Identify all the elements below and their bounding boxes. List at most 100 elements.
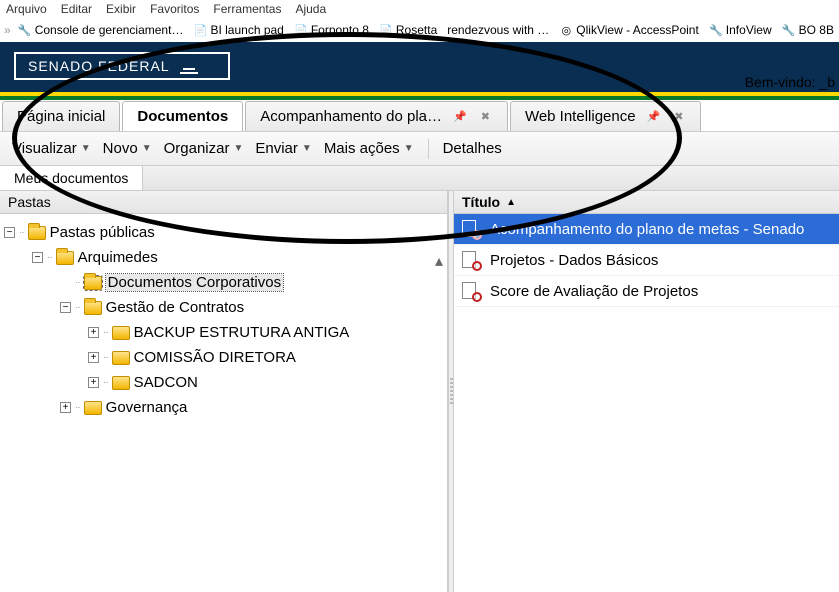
folder-icon: [112, 326, 130, 340]
brand-text: SENADO FEDERAL: [28, 58, 170, 74]
toolbar: Visualizar▼ Novo▼ Organizar▼ Enviar▼ Mai…: [0, 132, 839, 166]
expand-icon[interactable]: +: [60, 402, 71, 413]
toolbar-mais-acoes[interactable]: Mais ações▼: [320, 138, 418, 159]
bookmark-bi-launchpad[interactable]: 📄BI launch pad: [190, 22, 286, 38]
bookmark-forponto[interactable]: 📄Forponto 8: [291, 22, 372, 38]
subtab-meus-documentos[interactable]: Meus documentos: [0, 166, 143, 190]
tree-node-documentos-corporativos[interactable]: ·· Documentos Corporativos: [4, 270, 443, 295]
expand-icon[interactable]: +: [88, 327, 99, 338]
toolbar-enviar[interactable]: Enviar▼: [251, 138, 315, 159]
menu-ferramentas[interactable]: Ferramentas: [213, 2, 281, 16]
collapse-icon[interactable]: −: [60, 302, 71, 313]
tree-node-backup[interactable]: + ·· BACKUP ESTRUTURA ANTIGA: [4, 320, 443, 345]
content-area: Pastas − ·· Pastas públicas − ·· Arquime…: [0, 191, 839, 592]
menu-favoritos[interactable]: Favoritos: [150, 2, 199, 16]
tree-node-arquimedes[interactable]: − ·· Arquimedes: [4, 245, 443, 270]
scroll-up-icon[interactable]: ▴: [435, 251, 443, 271]
tree-node-gestao-contratos[interactable]: − ·· Gestão de Contratos: [4, 295, 443, 320]
main-tabs: Página inicial Documentos Acompanhamento…: [0, 100, 839, 132]
page-icon: 📄: [294, 23, 308, 37]
tool-icon: 🔧: [18, 23, 32, 37]
folder-icon: [28, 226, 46, 240]
toolbar-organizar[interactable]: Organizar▼: [160, 138, 248, 159]
tree-node-comissao[interactable]: + ·· COMISSÃO DIRETORA: [4, 345, 443, 370]
bookmarks-chevron-icon[interactable]: »: [4, 23, 11, 37]
tab-web-intelligence[interactable]: Web Intelligence 📌 ✖: [510, 101, 702, 131]
toolbar-detalhes[interactable]: Detalhes: [439, 138, 506, 159]
menu-editar[interactable]: Editar: [61, 2, 92, 16]
list-cell-title: Score de Avaliação de Projetos: [490, 283, 698, 300]
tab-close-icon[interactable]: ✖: [478, 110, 493, 123]
list-row[interactable]: Score de Avaliação de Projetos: [454, 276, 839, 307]
tab-label: Página inicial: [17, 108, 105, 125]
tree-connector: ··: [75, 277, 80, 288]
tab-label: Web Intelligence: [525, 108, 636, 125]
bookmark-rosetta[interactable]: 📄Rosetta: [376, 22, 440, 38]
toolbar-label: Enviar: [255, 140, 298, 157]
webi-doc-icon: [462, 251, 480, 269]
bookmark-qlikview[interactable]: ◎QlikView - AccessPoint: [556, 22, 702, 38]
brand-logo: SENADO FEDERAL: [14, 52, 230, 80]
toolbar-visualizar[interactable]: Visualizar▼: [8, 138, 95, 159]
tree-label: COMISSÃO DIRETORA: [134, 349, 296, 366]
menu-ajuda[interactable]: Ajuda: [295, 2, 326, 16]
tab-pin-icon[interactable]: 📌: [644, 110, 664, 123]
app-header: SENADO FEDERAL Bem-vindo: _b: [0, 42, 839, 92]
tab-documentos[interactable]: Documentos: [122, 101, 243, 131]
bookmark-rendezvous[interactable]: rendezvous with …: [444, 22, 552, 38]
tab-pagina-inicial[interactable]: Página inicial: [2, 101, 120, 131]
bookmark-label: Rosetta: [396, 23, 437, 37]
sort-asc-icon: ▲: [506, 197, 516, 208]
toolbar-novo[interactable]: Novo▼: [99, 138, 156, 159]
menu-exibir[interactable]: Exibir: [106, 2, 136, 16]
tree-connector: ··: [103, 327, 108, 338]
list-row[interactable]: Projetos - Dados Básicos: [454, 245, 839, 276]
tree-connector: ··: [75, 402, 80, 413]
tab-label: Documentos: [137, 108, 228, 125]
webi-doc-icon: [462, 220, 480, 238]
caret-icon: ▼: [233, 143, 243, 154]
grip-icon: [450, 378, 453, 406]
tree-header: Pastas: [0, 191, 447, 214]
tree-label: Documentos Corporativos: [106, 274, 283, 291]
bookmark-infoview[interactable]: 🔧InfoView: [706, 22, 775, 38]
bookmark-label: InfoView: [726, 23, 772, 37]
folder-tree: − ·· Pastas públicas − ·· Arquimedes ·· …: [0, 214, 447, 440]
menu-arquivo[interactable]: Arquivo: [6, 2, 47, 16]
bookmark-console[interactable]: 🔧Console de gerenciament…: [15, 22, 187, 38]
tab-pin-icon[interactable]: 📌: [450, 110, 470, 123]
list-header-titulo[interactable]: Título ▲: [454, 191, 839, 214]
header-stripe: [0, 92, 839, 100]
tree-label: SADCON: [134, 374, 198, 391]
expand-icon[interactable]: +: [88, 352, 99, 363]
collapse-icon[interactable]: −: [32, 252, 43, 263]
tab-close-icon[interactable]: ✖: [671, 110, 686, 123]
caret-icon: ▼: [142, 143, 152, 154]
folder-icon: [56, 251, 74, 265]
welcome-user: _b: [819, 74, 835, 90]
webi-doc-icon: [462, 282, 480, 300]
tree-label: Pastas públicas: [50, 224, 155, 241]
tree-connector: ··: [103, 352, 108, 363]
tab-acompanhamento[interactable]: Acompanhamento do pla… 📌 ✖: [245, 101, 508, 131]
tree-node-governanca[interactable]: + ·· Governança: [4, 395, 443, 420]
list-cell-title: Projetos - Dados Básicos: [490, 252, 658, 269]
bookmark-label: QlikView - AccessPoint: [576, 23, 699, 37]
collapse-icon[interactable]: −: [4, 227, 15, 238]
tree-node-sadcon[interactable]: + ·· SADCON: [4, 370, 443, 395]
folder-icon: [84, 276, 102, 290]
welcome-text: Bem-vindo: _b: [745, 74, 835, 90]
tool-icon: 🔧: [782, 23, 796, 37]
tab-label: Acompanhamento do pla…: [260, 108, 442, 125]
tree-connector: ··: [47, 252, 52, 263]
bookmark-label: rendezvous with …: [447, 23, 549, 37]
column-label: Título: [462, 194, 500, 210]
page-icon: 📄: [193, 23, 207, 37]
bookmark-label: Console de gerenciament…: [35, 23, 184, 37]
bookmark-bo8b[interactable]: 🔧BO 8B: [779, 22, 837, 38]
expand-icon[interactable]: +: [88, 377, 99, 388]
list-cell-title: Acompanhamento do plano de metas - Senad…: [490, 221, 804, 238]
tree-node-pastas-publicas[interactable]: − ·· Pastas públicas: [4, 220, 443, 245]
list-row[interactable]: Acompanhamento do plano de metas - Senad…: [454, 214, 839, 245]
tree-label: BACKUP ESTRUTURA ANTIGA: [134, 324, 350, 341]
